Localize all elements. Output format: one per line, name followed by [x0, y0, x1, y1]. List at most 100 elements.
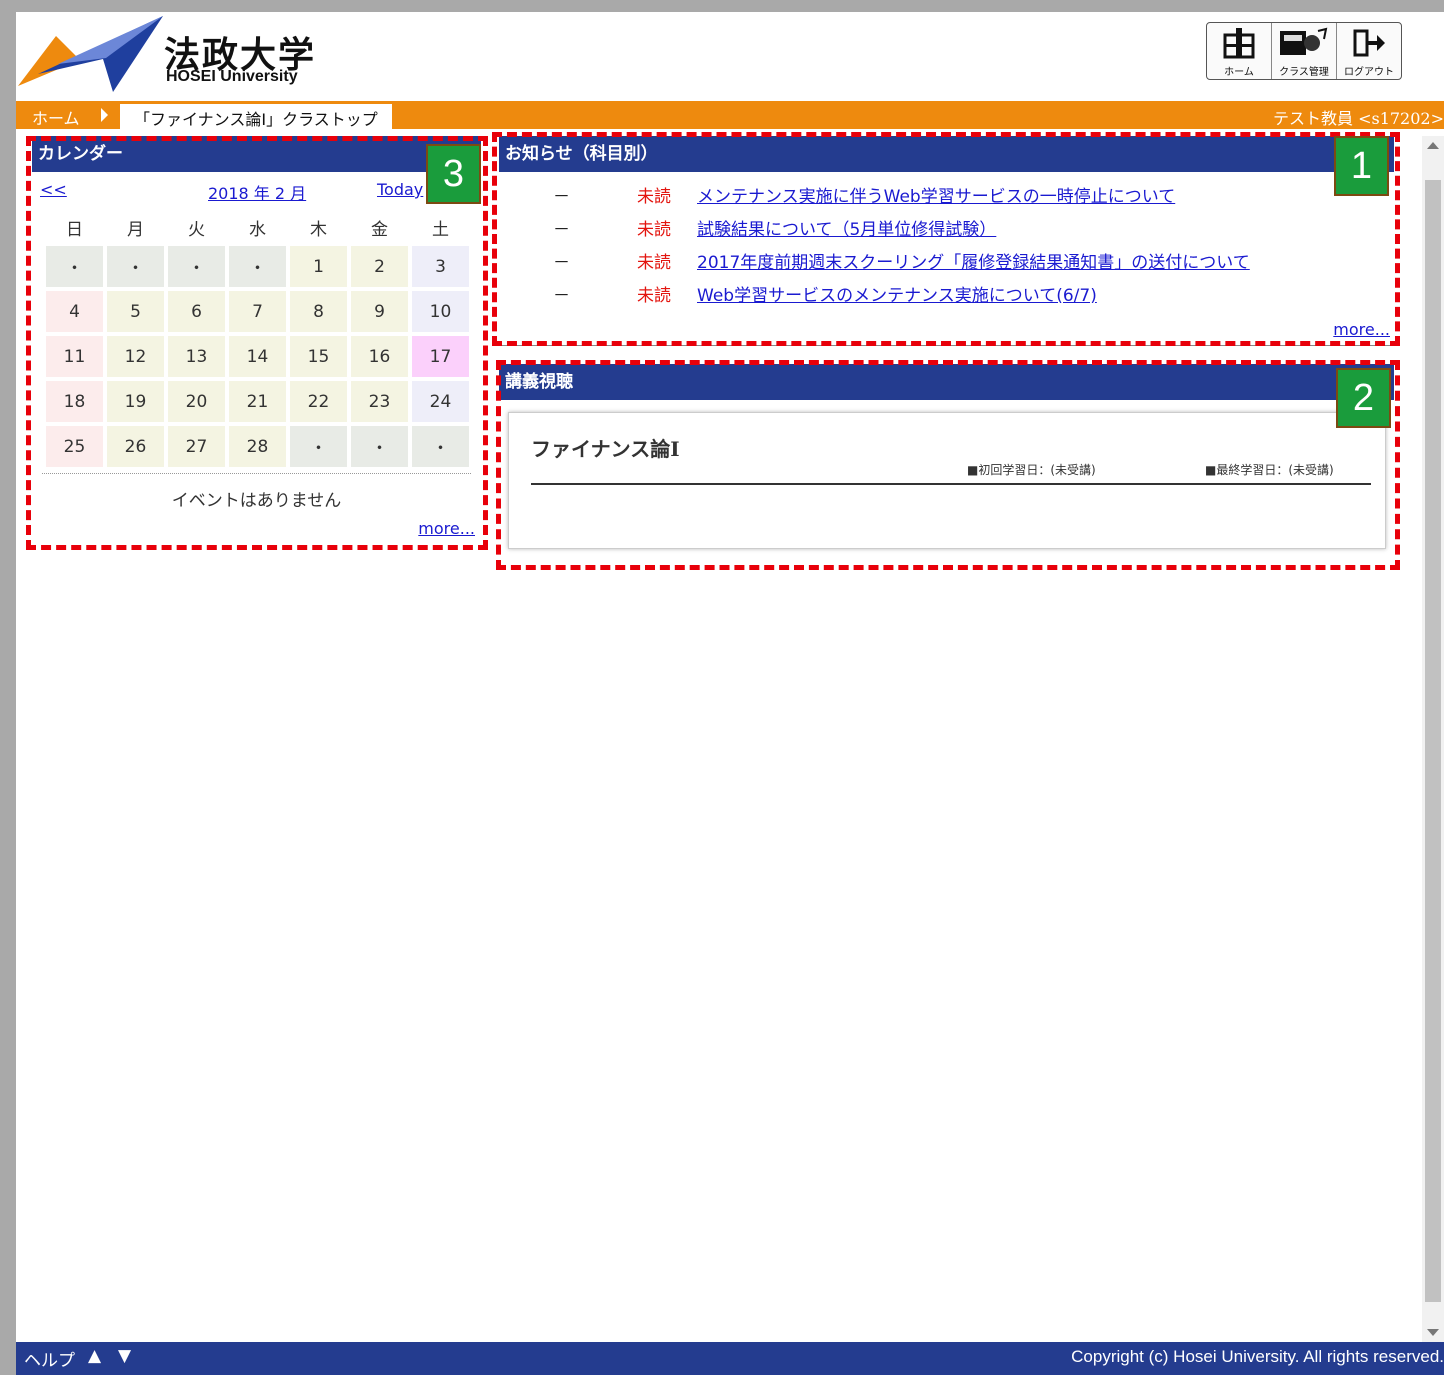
calendar-weekday-row: 日 月 火 水 木 金 土 [46, 212, 469, 242]
notice-link[interactable]: 2017年度前期週末スクーリング「履修登録結果通知書」の送付について [697, 248, 1250, 273]
logout-label: ログアウト [1344, 67, 1394, 78]
header: 法政大学 HOSEI University ホーム クラス管理 ログアウト [16, 12, 1444, 101]
calendar-day-cell[interactable]: 24 [412, 381, 469, 422]
hosei-logo-icon [18, 14, 168, 98]
notices-panel: お知らせ（科目別） － 未読 メンテナンス実施に伴うWeb学習サービスの一時停止… [499, 136, 1394, 346]
calendar-week-row: 25 26 27 28 ・・・ [46, 426, 469, 467]
calendar-more-link[interactable]: more... [418, 519, 475, 538]
lecture-card[interactable]: ファイナンス論Ⅰ ■初回学習日：(未受講) ■最終学習日：(未受講) [508, 412, 1386, 549]
notice-link[interactable]: メンテナンス実施に伴うWeb学習サービスの一時停止について [697, 182, 1175, 207]
calendar-day-cell: ・ [168, 246, 225, 287]
course-name[interactable]: ファイナンス論Ⅰ [531, 433, 680, 462]
notice-dash: － [553, 286, 570, 306]
weekday-label: 木 [310, 219, 327, 240]
calendar-day-cell[interactable]: 15 [290, 336, 347, 377]
arrow-up-icon[interactable]: ▲ [88, 1346, 101, 1366]
notice-dash: － [553, 253, 570, 273]
calendar-day-cell[interactable]: 22 [290, 381, 347, 422]
footer: ヘルプ ▲ ▼ Copyright (c) Hosei University. … [16, 1342, 1444, 1375]
calendar-day-cell: ・ [412, 426, 469, 467]
calendar-day-cell[interactable]: 19 [107, 381, 164, 422]
calendar-day-cell[interactable]: 10 [412, 291, 469, 332]
last-study-date: ■最終学習日：(未受講) [1205, 463, 1334, 477]
calendar-day-cell[interactable]: 13 [168, 336, 225, 377]
breadcrumb-current: 「ファイナンス論Ⅰ」クラストップ [120, 104, 392, 129]
calendar-day-cell[interactable]: 7 [229, 291, 286, 332]
arrow-down-icon[interactable]: ▼ [118, 1346, 131, 1366]
calendar-day-cell: ・ [229, 246, 286, 287]
class-management-button[interactable]: クラス管理 [1272, 23, 1337, 79]
lecture-panel: 講義視聴 ファイナンス論Ⅰ ■初回学習日：(未受講) ■最終学習日：(未受講) [499, 364, 1394, 564]
calendar-title: カレンダー [32, 136, 481, 172]
calendar-prev-link[interactable]: << [40, 180, 67, 199]
calendar-day-cell[interactable]: 25 [46, 426, 103, 467]
calendar-day-cell: ・ [290, 426, 347, 467]
vertical-scrollbar[interactable] [1422, 136, 1444, 1342]
calendar-today-link[interactable]: Today [377, 180, 423, 199]
calendar-day-cell[interactable]: 2 [351, 246, 408, 287]
calendar-day-cell[interactable]: 8 [290, 291, 347, 332]
home-icon [1221, 27, 1257, 63]
notice-link[interactable]: 試験結果について（5月単位修得試験） [697, 215, 996, 240]
calendar-body: ・・・・ 1 2 3 4 5 6 7 8 9 10 11 12 13 14 15 16 17 18 19 20 21 22 2… [46, 246, 469, 467]
breadcrumb-home-link[interactable]: ホーム [32, 105, 80, 129]
calendar-day-cell[interactable]: 9 [351, 291, 408, 332]
calendar-day-cell[interactable]: 4 [46, 291, 103, 332]
unread-badge: 未読 [637, 286, 671, 306]
calendar-day-cell[interactable]: 14 [229, 336, 286, 377]
notice-link[interactable]: Web学習サービスのメンテナンス実施について(6/7) [697, 281, 1097, 306]
calendar-day-cell: ・ [351, 426, 408, 467]
calendar-day-cell[interactable]: 11 [46, 336, 103, 377]
class-management-icon [1278, 27, 1330, 63]
logo-text-en: HOSEI University [166, 68, 298, 85]
copyright-text: Copyright (c) Hosei University. All righ… [1071, 1347, 1444, 1366]
calendar-month-link[interactable]: 2018 年 2 月 [208, 180, 306, 204]
home-button[interactable]: ホーム [1207, 23, 1272, 79]
notice-item: － 未読 Web学習サービスのメンテナンス実施について(6/7) [499, 277, 1394, 310]
calendar-day-cell[interactable]: 23 [351, 381, 408, 422]
notice-item: － 未読 2017年度前期週末スクーリング「履修登録結果通知書」の送付について [499, 244, 1394, 277]
calendar-day-cell[interactable]: 3 [412, 246, 469, 287]
logout-button[interactable]: ログアウト [1337, 23, 1401, 79]
notices-title: お知らせ（科目別） [499, 136, 1394, 172]
calendar-day-cell[interactable]: 5 [107, 291, 164, 332]
app-window: 法政大学 HOSEI University ホーム クラス管理 ログアウト ホー… [16, 12, 1444, 1375]
calendar-week-row: 11 12 13 14 15 16 17 [46, 336, 469, 377]
lecture-title: 講義視聴 [499, 364, 1394, 400]
calendar-day-cell[interactable]: 28 [229, 426, 286, 467]
calendar-day-cell[interactable]: 20 [168, 381, 225, 422]
logout-icon [1351, 27, 1387, 63]
weekday-label: 土 [432, 219, 449, 240]
calendar-day-cell[interactable]: 18 [46, 381, 103, 422]
notice-item: － 未読 メンテナンス実施に伴うWeb学習サービスの一時停止について [499, 178, 1394, 211]
calendar-week-row: 4 5 6 7 8 9 10 [46, 291, 469, 332]
class-management-label: クラス管理 [1279, 67, 1329, 78]
calendar-day-cell: ・ [107, 246, 164, 287]
scroll-down-icon[interactable] [1427, 1329, 1439, 1336]
scroll-up-icon[interactable] [1427, 142, 1439, 149]
divider [531, 483, 1371, 485]
divider [42, 473, 471, 474]
breadcrumb: ホーム 「ファイナンス論Ⅰ」クラストップ テスト教員 <s17202> [16, 101, 1444, 129]
calendar-day-cell[interactable]: 27 [168, 426, 225, 467]
help-link[interactable]: ヘルプ [24, 1346, 75, 1371]
notices-more-link[interactable]: more... [1333, 320, 1390, 339]
notice-item: － 未読 試験結果について（5月単位修得試験） [499, 211, 1394, 244]
weekday-label: 月 [127, 219, 144, 240]
scroll-thumb[interactable] [1425, 180, 1441, 1302]
unread-badge: 未読 [637, 220, 671, 240]
calendar-day-cell[interactable]: 12 [107, 336, 164, 377]
home-label: ホーム [1224, 67, 1254, 78]
calendar-day-cell[interactable]: 6 [168, 291, 225, 332]
notice-dash: － [553, 187, 570, 207]
calendar-day-cell[interactable]: 26 [107, 426, 164, 467]
annotation-badge-3: 3 [426, 144, 481, 204]
calendar-day-cell[interactable]: 17 [412, 336, 469, 377]
calendar-grid: 日 月 火 水 木 金 土 ・・・・ 1 2 3 4 5 6 7 8 9 10 11 12 13 14 15 1… [42, 208, 473, 471]
calendar-day-cell[interactable]: 21 [229, 381, 286, 422]
calendar-day-cell[interactable]: 1 [290, 246, 347, 287]
unread-badge: 未読 [637, 253, 671, 273]
first-study-date: ■初回学習日：(未受講) [967, 463, 1096, 477]
calendar-day-cell[interactable]: 16 [351, 336, 408, 377]
notice-dash: － [553, 220, 570, 240]
